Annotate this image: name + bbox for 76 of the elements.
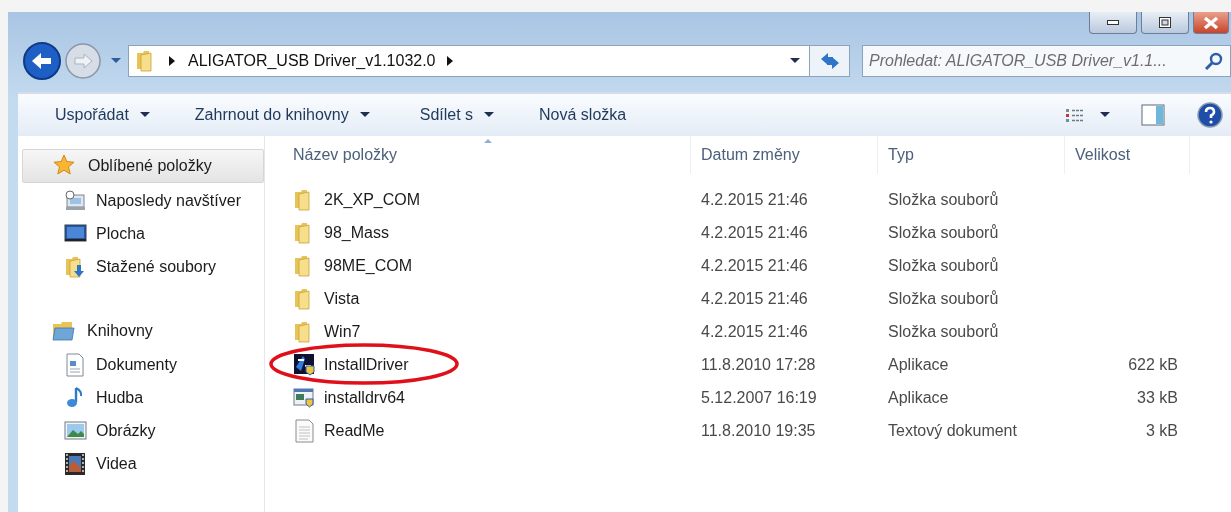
- type-cell-text: Aplikace: [887, 354, 950, 375]
- sidebar-group[interactable]: Oblíbené položky: [22, 149, 264, 183]
- star-icon: [53, 154, 76, 178]
- sidebar-item[interactable]: Plocha: [18, 217, 264, 250]
- date-cell-text: 4.2.2015 21:46: [700, 189, 809, 210]
- type-cell-text: Složka souborů: [887, 255, 1000, 276]
- program-icon: [293, 385, 316, 410]
- search-field[interactable]: Prohledat: ALIGATOR_USB Driver_v1.1...: [862, 44, 1231, 77]
- maximize-icon: [1159, 17, 1171, 28]
- minimize-button[interactable]: [1089, 12, 1137, 34]
- date-cell-text: 4.2.2015 21:46: [700, 321, 809, 342]
- file-name[interactable]: ReadMe: [265, 414, 691, 447]
- close-icon: [1203, 15, 1219, 30]
- column-header[interactable]: Název položky: [265, 136, 691, 174]
- recent-places-icon: [64, 188, 87, 213]
- file-name[interactable]: Vista: [265, 282, 691, 315]
- type-cell-text: Textový dokument: [887, 420, 1018, 441]
- file-name[interactable]: Win7: [265, 315, 691, 348]
- text-file-icon: [293, 418, 316, 443]
- maximize-button[interactable]: [1141, 12, 1189, 34]
- type-cell-text: Složka souborů: [887, 189, 1000, 210]
- sidebar-group[interactable]: Knihovny: [22, 315, 264, 347]
- sidebar-item[interactable]: Hudba: [18, 381, 264, 414]
- file-name[interactable]: 98ME_COM: [265, 249, 691, 282]
- sidebar-item[interactable]: Dokumenty: [18, 348, 264, 381]
- column-header[interactable]: Datum změny: [691, 136, 878, 174]
- history-dropdown-icon[interactable]: [110, 57, 122, 65]
- dropdown-icon[interactable]: [789, 57, 801, 65]
- size-cell-text: 622 kB: [1127, 354, 1179, 375]
- chevron-icon[interactable]: [168, 55, 176, 66]
- minimize-icon: [1107, 19, 1119, 26]
- size-cell-text: 3 kB: [1145, 420, 1179, 441]
- type-cell-text: Aplikace: [887, 387, 950, 408]
- view-list-icon[interactable]: [1065, 106, 1085, 123]
- film-icon: [64, 451, 87, 476]
- address-bar[interactable]: ALIGATOR_USB Driver_v1.1032.0: [128, 44, 810, 77]
- size-cell-text: 33 kB: [1136, 387, 1179, 408]
- file-name[interactable]: installdrv64: [265, 381, 691, 414]
- file-name[interactable]: 98_Mass: [265, 216, 691, 249]
- installer-icon: [293, 352, 316, 377]
- sidebar-item[interactable]: Naposledy navštíver: [18, 184, 264, 217]
- back-button[interactable]: [22, 40, 62, 81]
- caret-icon[interactable]: [1099, 111, 1111, 119]
- sidebar-item[interactable]: Videa: [18, 447, 264, 480]
- date-cell-text: 11.8.2010 19:35: [700, 420, 817, 441]
- downloads-folder-icon: [64, 254, 87, 279]
- toolbar-button[interactable]: Zahrnout do knihovny: [186, 101, 379, 128]
- column-header[interactable]: Typ: [878, 136, 1065, 174]
- date-cell-text: 5.12.2007 16:19: [700, 387, 818, 408]
- date-cell-text: 4.2.2015 21:46: [700, 222, 809, 243]
- type-cell-text: Složka souborů: [887, 222, 1000, 243]
- picture-icon: [64, 418, 87, 443]
- help-icon[interactable]: [1197, 101, 1223, 128]
- libraries-icon: [52, 319, 75, 343]
- document-icon: [64, 352, 87, 377]
- date-cell-text: 11.8.2010 17:28: [700, 354, 817, 375]
- toolbar-button[interactable]: Sdílet s: [411, 101, 504, 128]
- caret-icon: [483, 111, 496, 119]
- date-cell-text: 4.2.2015 21:46: [700, 255, 809, 276]
- breadcrumb[interactable]: ALIGATOR_USB Driver_v1.1032.0: [188, 51, 436, 70]
- date-cell-text: 4.2.2015 21:46: [700, 288, 809, 309]
- caret-icon: [138, 111, 151, 119]
- toolbar-button[interactable]: Nová složka: [531, 101, 635, 128]
- column-header[interactable]: Velikost: [1065, 136, 1190, 174]
- toolbar-button[interactable]: Uspořádat: [47, 101, 159, 128]
- search-icon[interactable]: [1205, 51, 1223, 70]
- caret-icon: [358, 111, 371, 119]
- file-name[interactable]: 2K_XP_COM: [265, 183, 691, 216]
- close-button[interactable]: [1193, 12, 1229, 34]
- file-name[interactable]: InstallDriver: [265, 348, 691, 381]
- sidebar-item[interactable]: Obrázky: [18, 414, 264, 447]
- refresh-button[interactable]: [810, 44, 850, 77]
- type-cell-text: Složka souborů: [887, 288, 1000, 309]
- type-cell-text: Složka souborů: [887, 321, 1000, 342]
- sidebar-item[interactable]: Stažené soubory: [18, 250, 264, 283]
- chevron-icon[interactable]: [445, 55, 454, 66]
